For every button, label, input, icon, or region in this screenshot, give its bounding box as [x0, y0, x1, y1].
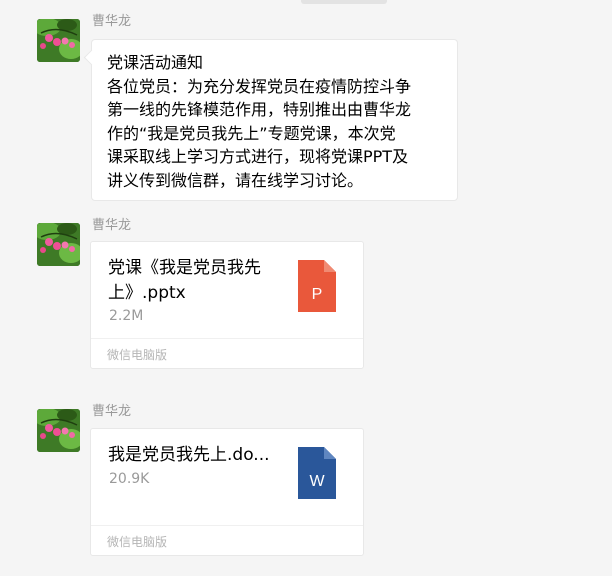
scroll-indicator [301, 0, 387, 4]
pptx-file-icon: P [298, 260, 336, 312]
file-message-card[interactable]: 我是党员我先上.do... 20.9K W 微信电脑版 [90, 428, 364, 556]
divider [91, 525, 363, 526]
flower-avatar-image [37, 19, 80, 62]
file-size: 2.2M [109, 308, 144, 324]
text-message-bubble[interactable]: 党课活动通知 各位党员：为充分发挥党员在疫情防控斗争 第一线的先锋模范作用，特别… [83, 39, 458, 201]
source-label: 微信电脑版 [107, 535, 168, 549]
flower-avatar-image [37, 223, 80, 266]
message-text: 党课活动通知 各位党员：为充分发挥党员在疫情防控斗争 第一线的先锋模范作用，特别… [107, 53, 412, 190]
file-icon-letter: W [309, 473, 325, 490]
source-label: 微信电脑版 [107, 348, 168, 362]
sender-name: 曹华龙 [92, 404, 132, 419]
avatar[interactable] [37, 223, 80, 266]
sender-name: 曹华龙 [92, 14, 132, 29]
bubble-arrow [83, 49, 100, 66]
file-size: 20.9K [109, 471, 150, 487]
file-message-card[interactable]: 党课《我是党员我先上》.pptx 2.2M P 微信电脑版 [90, 241, 364, 369]
sender-name: 曹华龙 [92, 218, 132, 233]
docx-file-icon: W [298, 447, 336, 499]
divider [91, 338, 363, 339]
file-name: 党课《我是党员我先上》.pptx [108, 258, 261, 303]
avatar[interactable] [37, 409, 80, 452]
file-name: 我是党员我先上.do... [108, 445, 270, 465]
flower-avatar-image [37, 409, 80, 452]
file-icon-letter: P [312, 286, 323, 303]
avatar[interactable] [37, 19, 80, 62]
